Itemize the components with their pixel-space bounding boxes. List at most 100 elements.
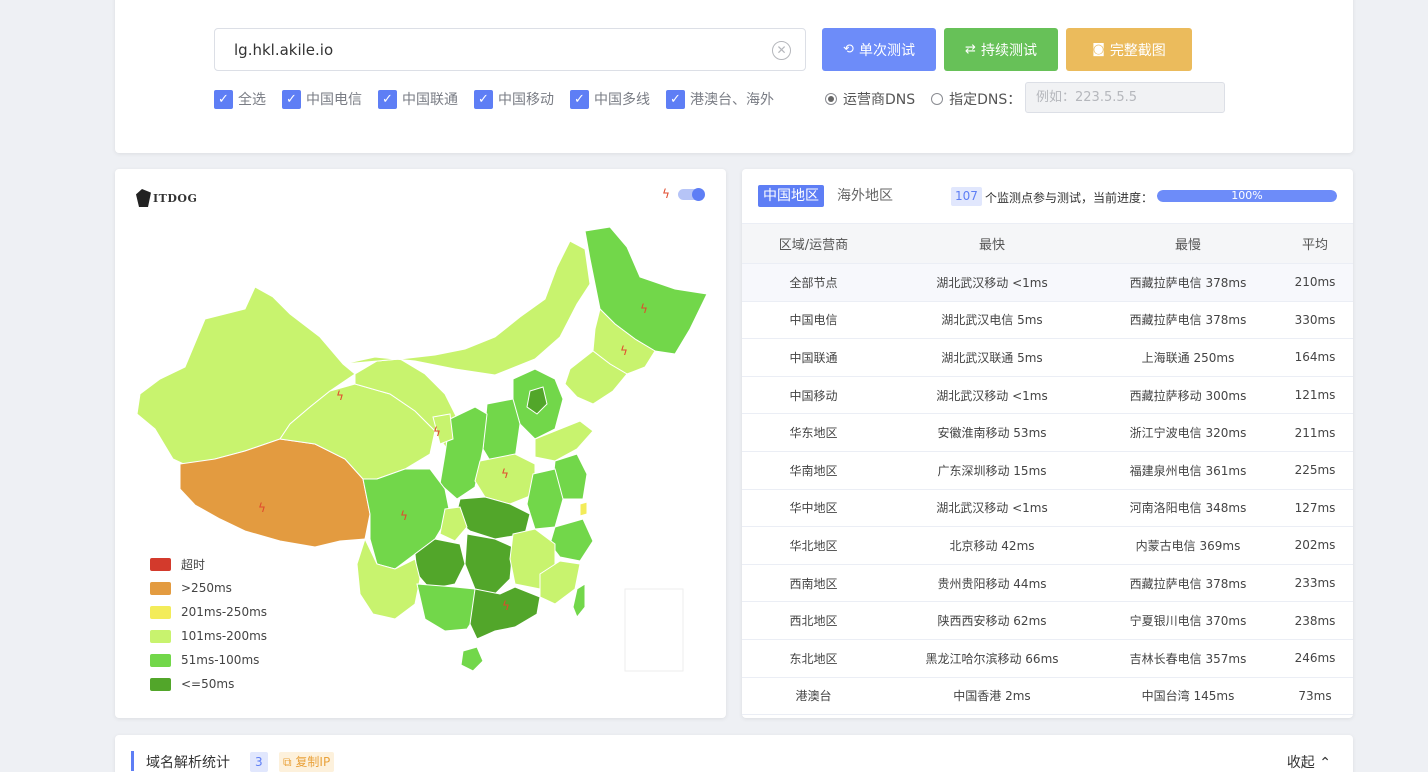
collapse-button[interactable]: 收起 ⌃ (1287, 752, 1331, 772)
section-accent-bar (131, 751, 134, 771)
collapse-label: 收起 (1286, 755, 1315, 771)
table-cell: 73ms (1298, 688, 1332, 703)
table-cell: 西藏拉萨移动 300ms (1129, 388, 1247, 403)
radio-carrier-dns[interactable]: 运营商DNS (825, 89, 915, 109)
legend-label: >250ms (181, 581, 232, 595)
url-input[interactable] (215, 29, 805, 70)
legend-item: >250ms (150, 576, 267, 600)
copy-ip-label: 复制IP (295, 755, 331, 769)
tab-china[interactable]: 中国地区 (758, 185, 824, 207)
table-cell: 202ms (1294, 538, 1336, 553)
isp-filter-group: ✓ 全选 ✓ 中国电信 ✓ 中国联通 ✓ 中国移动 ✓ 中国多线 ✓ 港澳台、海外 (214, 89, 790, 109)
check-icon: ✓ (214, 89, 233, 109)
checkbox-unicom[interactable]: ✓ 中国联通 (378, 89, 458, 109)
copy-ip-button[interactable]: ⧉ 复制IP (279, 752, 335, 772)
progress-bar: 100% (1157, 190, 1337, 202)
checkbox-label: 港澳台、海外 (690, 92, 774, 108)
legend-label: 201ms-250ms (181, 605, 268, 619)
test-control-panel: ✕ ⟲ 单次测试 ⇄ 持续测试 ◙ 完整截图 ✓ 全选 ✓ 中国电信 ✓ 中国联通 ✓… (115, 0, 1353, 153)
legend-item: 201ms-250ms (150, 600, 267, 624)
section-title: 域名解析统计 (146, 755, 230, 771)
table-row: 中国电信 湖北武汉电信 5ms 西藏拉萨电信 378ms 330ms (742, 302, 1353, 340)
table-cell: 宁夏银川电信 370ms (1129, 614, 1247, 629)
table-header-row: 区域/运营商 最快 最慢 平均 (742, 223, 1353, 264)
table-cell: 湖北武汉移动 <1ms (936, 501, 1048, 516)
region-tabs: 中国地区 海外地区 (758, 185, 906, 207)
checkbox-multiline[interactable]: ✓ 中国多线 (570, 89, 650, 109)
table-cell: 安徽淮南移动 53ms (937, 426, 1047, 441)
table-cell: 贵州贵阳移动 44ms (937, 576, 1047, 591)
table-row: 中国联通 湖北武汉联通 5ms 上海联通 250ms 164ms (742, 339, 1353, 377)
dns-resolution-panel: 域名解析统计 3 ⧉ 复制IP 收起 ⌃ (115, 735, 1353, 772)
screenshot-label: 完整截图 (1109, 42, 1166, 59)
latency-table: 区域/运营商 最快 最慢 平均 全部节点 湖北武汉移动 <1ms 西藏拉萨电信 37… (742, 223, 1353, 716)
checkbox-overseas[interactable]: ✓ 港澳台、海外 (666, 89, 774, 109)
table-cell: 211ms (1294, 425, 1336, 440)
table-cell: 全部节点 (789, 275, 838, 290)
table-cell: 华中地区 (789, 501, 838, 516)
table-cell: 陕西西安移动 62ms (937, 614, 1047, 629)
table-cell: 中国香港 2ms (953, 689, 1031, 704)
legend-label: 101ms-200ms (181, 629, 268, 643)
table-cell: 246ms (1294, 651, 1336, 666)
table-cell: 中国电信 (789, 313, 838, 328)
checkbox-label: 中国联通 (402, 92, 458, 108)
check-icon: ✓ (282, 89, 301, 109)
south-china-sea-inset (624, 588, 684, 672)
legend-swatch (150, 677, 171, 691)
refresh-icon: ⟲ (843, 42, 854, 57)
table-row: 全部节点 湖北武汉移动 <1ms 西藏拉萨电信 378ms 210ms (742, 264, 1353, 302)
legend-label: <=50ms (181, 677, 235, 691)
table-cell: 西北地区 (789, 614, 838, 629)
legend-item: 101ms-200ms (150, 624, 267, 648)
table-row: 华中地区 湖北武汉移动 <1ms 河南洛阳电信 348ms 127ms (742, 490, 1353, 528)
legend-swatch (150, 581, 171, 595)
checkbox-telecom[interactable]: ✓ 中国电信 (282, 89, 362, 109)
lightning-icon: ϟ (258, 501, 266, 515)
legend-item: 51ms-100ms (150, 648, 267, 672)
table-cell: 127ms (1294, 500, 1336, 515)
table-cell: 上海联通 250ms (1141, 350, 1235, 365)
radio-custom-dns[interactable]: 指定DNS： (931, 89, 1021, 109)
table-cell: 福建泉州电信 361ms (1129, 463, 1247, 478)
table-cell: 164ms (1294, 350, 1336, 365)
table-cell: 广东深圳移动 15ms (937, 463, 1047, 478)
table-row: 华南地区 广东深圳移动 15ms 福建泉州电信 361ms 225ms (742, 452, 1353, 490)
checkbox-label: 中国移动 (498, 92, 554, 108)
camera-icon: ◙ (1092, 42, 1105, 57)
chevron-up-icon: ⌃ (1319, 755, 1331, 771)
table-cell: 东北地区 (789, 651, 838, 666)
url-input-wrapper: ✕ (214, 28, 806, 71)
checkbox-select-all[interactable]: ✓ 全选 (214, 89, 266, 109)
legend-label: 超时 (181, 557, 206, 572)
check-icon: ✓ (570, 89, 589, 109)
legend-label: 51ms-100ms (181, 653, 260, 667)
continuous-test-button[interactable]: ⇄ 持续测试 (944, 28, 1058, 71)
table-row: 中国移动 湖北武汉移动 <1ms 西藏拉萨移动 300ms 121ms (742, 377, 1353, 415)
screenshot-button[interactable]: ◙ 完整截图 (1066, 28, 1192, 71)
table-cell: 西藏拉萨电信 378ms (1129, 576, 1247, 591)
table-row: 港澳台 中国香港 2ms 中国台湾 145ms 73ms (742, 678, 1353, 716)
table-row: 西南地区 贵州贵阳移动 44ms 西藏拉萨电信 378ms 233ms (742, 565, 1353, 603)
table-cell: 北京移动 42ms (949, 538, 1035, 553)
single-test-button[interactable]: ⟲ 单次测试 (822, 28, 936, 71)
node-count-badge: 107 (951, 187, 982, 206)
checkbox-mobile[interactable]: ✓ 中国移动 (474, 89, 554, 109)
table-cell: 233ms (1294, 576, 1336, 591)
tab-overseas[interactable]: 海外地区 (832, 185, 898, 207)
clear-icon[interactable]: ✕ (772, 41, 791, 60)
region-guangdong (469, 586, 541, 640)
single-test-label: 单次测试 (858, 42, 915, 59)
table-cell: 湖北武汉电信 5ms (941, 313, 1043, 328)
table-cell: 黑龙江哈尔滨移动 66ms (925, 651, 1059, 666)
dns-radio-group: 运营商DNS 指定DNS： (825, 89, 1037, 109)
copy-icon: ⧉ (283, 755, 292, 769)
table-cell: 河南洛阳电信 348ms (1129, 501, 1247, 516)
checkbox-label: 中国多线 (594, 92, 650, 108)
radio-dot (931, 93, 944, 105)
radio-dot (825, 93, 837, 105)
region-shanghai (579, 501, 588, 517)
custom-dns-input[interactable] (1025, 82, 1225, 113)
region-zhejiang (549, 518, 594, 562)
table-row: 东北地区 黑龙江哈尔滨移动 66ms 吉林长春电信 357ms 246ms (742, 640, 1353, 678)
